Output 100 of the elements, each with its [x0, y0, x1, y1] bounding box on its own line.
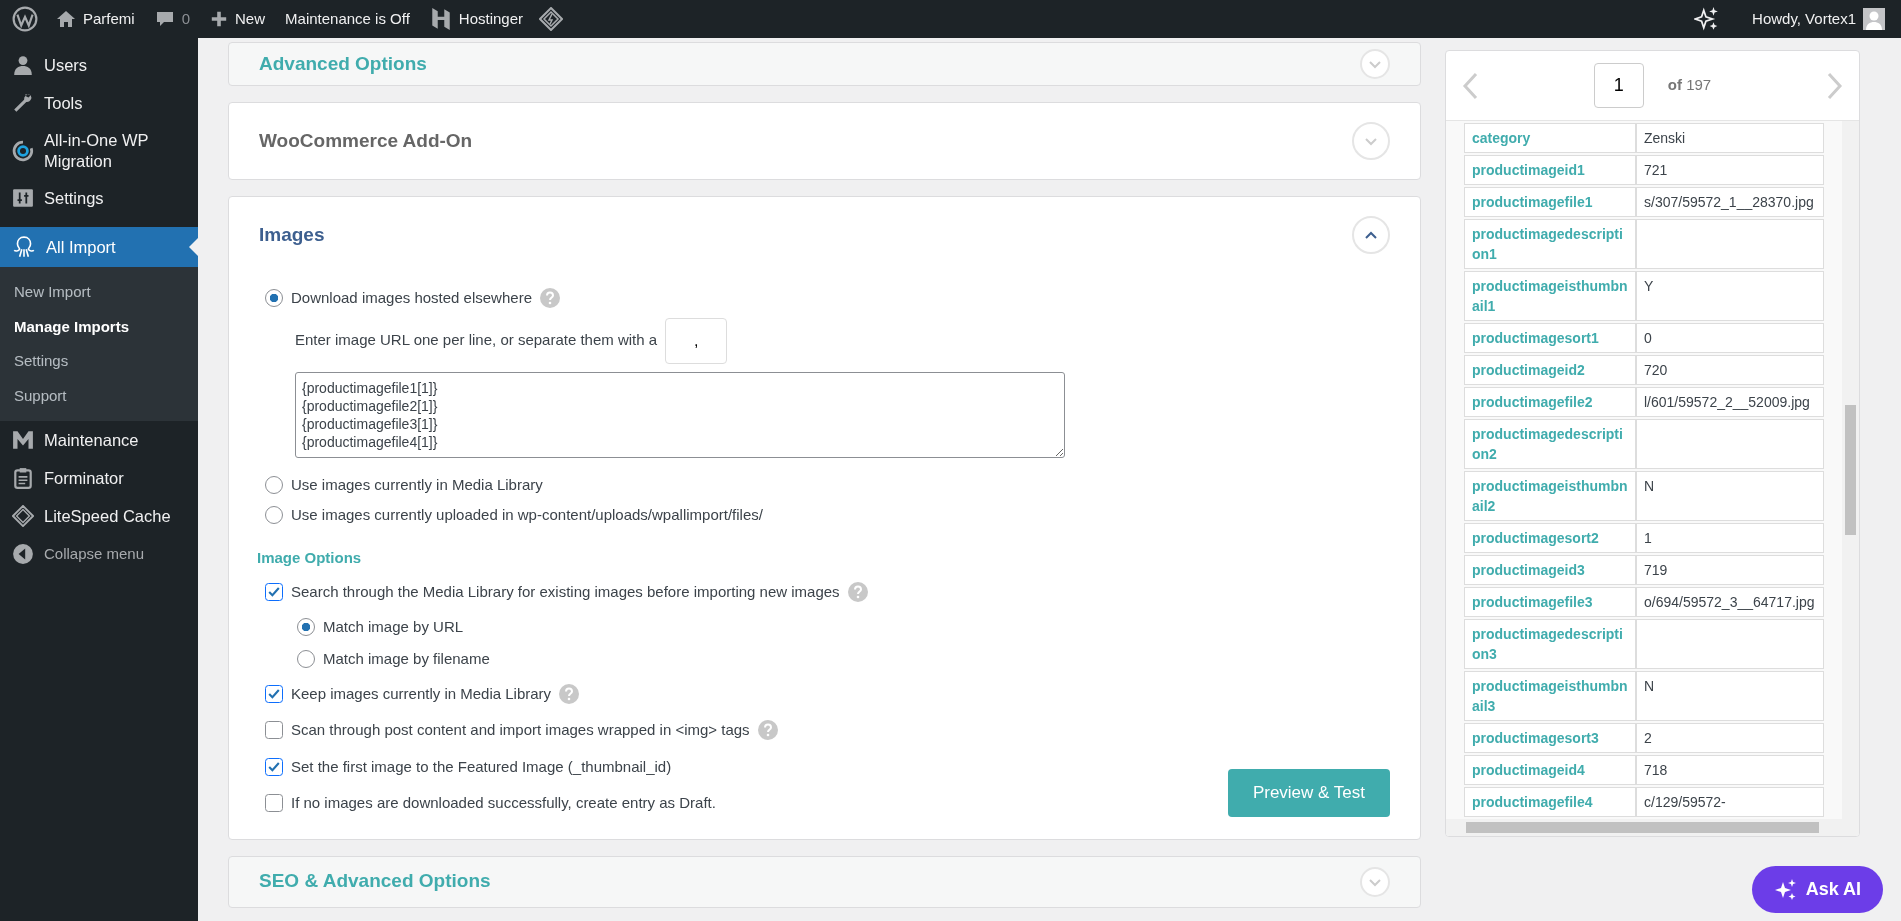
- section-title[interactable]: Images: [259, 220, 325, 250]
- field-label: Enter image URL one per line, or separate them with a: [295, 330, 658, 351]
- option-label: Scan through post content and import images wrapped in <img> tags: [291, 720, 750, 740]
- admin-bar-link[interactable]: Parfemi: [46, 0, 145, 38]
- sidebar-item[interactable]: Maintenance: [0, 421, 198, 460]
- radio-button[interactable]: [265, 289, 283, 308]
- octopus-icon: [12, 235, 36, 260]
- field-value: 720: [1636, 355, 1824, 385]
- submenu-item[interactable]: Manage Imports: [0, 309, 198, 345]
- chevron-right-icon: [1827, 71, 1843, 100]
- separator-field[interactable]: ,: [665, 317, 728, 364]
- toggle-button[interactable]: [1352, 122, 1390, 160]
- refresh-icon: [12, 139, 34, 162]
- admin-bar-link[interactable]: Maintenance is Off: [275, 0, 420, 38]
- horizontal-scrollbar[interactable]: [1446, 819, 1859, 836]
- sidebar-item[interactable]: Users: [0, 46, 198, 84]
- sidebar-item[interactable]: All-in-One WP Migration: [0, 122, 198, 180]
- option-label: Match image by URL: [323, 616, 464, 637]
- field-value: N: [1636, 671, 1824, 721]
- option-label: Set the first image to the Featured Image (_thumbnail_id): [291, 756, 672, 777]
- field-value: c/129/59572-: [1636, 787, 1824, 817]
- field-value: 719: [1636, 555, 1824, 585]
- field-value: 721: [1636, 155, 1824, 185]
- field-name: productimageid1: [1464, 155, 1636, 185]
- field-value: s/307/59572_1__28370.jpg: [1636, 187, 1824, 217]
- page-count: of 197: [1667, 75, 1712, 96]
- toggle-button[interactable]: [1360, 866, 1390, 897]
- sidebar-item[interactable]: Forminator: [0, 459, 198, 498]
- diamond-icon: [12, 505, 34, 528]
- option-label: Use images currently uploaded in wp-content/uploads/wpallimport/files/: [291, 505, 763, 525]
- user-icon: [12, 54, 34, 76]
- field-name: productimagedescription3: [1464, 619, 1636, 669]
- field-name: productimagesort1: [1464, 323, 1636, 353]
- field-name: productimageisthumbnail2: [1464, 471, 1636, 521]
- house-icon: [56, 9, 76, 29]
- ask-ai-button[interactable]: Ask AI: [1751, 866, 1883, 913]
- letter-m-logo-icon: [12, 429, 34, 452]
- field-value: 0: [1636, 323, 1824, 353]
- field-name: productimageid4: [1464, 755, 1636, 785]
- field-name: productimagefile3: [1464, 587, 1636, 617]
- logo-icon: [429, 7, 452, 31]
- url-textarea[interactable]: {productimagefile1[1]} {productimagefile2[1]} {productimagefile3[1]} {productimagefile4[1]}: [295, 371, 1065, 458]
- radio-button[interactable]: [297, 650, 315, 669]
- field-name: productimagesort3: [1464, 723, 1636, 753]
- sidebar-item[interactable]: All Import: [0, 227, 198, 268]
- checkbox[interactable]: [265, 757, 283, 776]
- option-label: Use images currently in Media Library: [291, 474, 543, 495]
- toggle-button[interactable]: [1360, 49, 1390, 79]
- page-number-field[interactable]: 1: [1593, 63, 1644, 108]
- scrollbar[interactable]: [1842, 121, 1859, 819]
- submenu-item[interactable]: Settings: [0, 344, 198, 379]
- field-name: productimagefile2: [1464, 387, 1636, 417]
- admin-bar-link[interactable]: 0: [144, 0, 201, 38]
- sidebar-item[interactable]: Tools: [0, 84, 198, 122]
- chevron-left-icon: [1462, 71, 1478, 100]
- subheading: Image Options: [257, 547, 363, 568]
- checkbox[interactable]: [265, 684, 283, 703]
- sparkles-icon: [1694, 6, 1721, 32]
- toggle-button[interactable]: [1352, 216, 1390, 254]
- diamond-icon: [539, 7, 564, 31]
- field-name: productimagedescription1: [1464, 219, 1636, 269]
- option-label: Keep images currently in Media Library: [291, 683, 552, 704]
- logo-icon: [12, 6, 38, 32]
- field-name: productimageisthumbnail3: [1464, 671, 1636, 721]
- option-label: Match image by filename: [323, 649, 490, 669]
- submenu-item[interactable]: New Import: [0, 275, 198, 310]
- radio-button[interactable]: [265, 475, 283, 494]
- checkbox[interactable]: [265, 721, 283, 740]
- field-name: productimageisthumbnail1: [1464, 271, 1636, 321]
- option-label: Search through the Media Library for existing images before importing new images: [291, 582, 840, 602]
- field-value: 718: [1636, 755, 1824, 785]
- account-link[interactable]: Howdy, Vortex1: [1742, 0, 1901, 38]
- field-value: Zenski: [1636, 123, 1824, 153]
- sliders-icon: [12, 187, 34, 210]
- field-value: Y: [1636, 271, 1824, 321]
- wrench-icon: [12, 92, 34, 114]
- radio-button[interactable]: [297, 617, 315, 636]
- field-name: productimageid2: [1464, 355, 1636, 385]
- sidebar-item[interactable]: LiteSpeed Cache: [0, 497, 198, 536]
- avatar-icon: [1863, 8, 1885, 30]
- admin-bar-link[interactable]: New: [200, 0, 276, 38]
- field-name: productimagedescription2: [1464, 419, 1636, 469]
- field-value: o/694/59572_3__64717.jpg: [1636, 587, 1824, 617]
- section-title[interactable]: WooCommerce Add-On: [259, 126, 473, 156]
- collapse-menu-button[interactable]: Collapse menu: [0, 535, 198, 574]
- speech-bubble-icon: [154, 9, 175, 29]
- option-label: If no images are downloaded successfully, create entry as Draft.: [291, 793, 716, 813]
- submenu-item[interactable]: Support: [0, 378, 198, 414]
- field-name: productimagefile4: [1464, 787, 1636, 817]
- field-name: productimagesort2: [1464, 523, 1636, 553]
- field-value: 2: [1636, 723, 1824, 753]
- checkbox[interactable]: [265, 583, 283, 602]
- radio-button[interactable]: [265, 506, 283, 525]
- sidebar-item[interactable]: Settings: [0, 179, 198, 218]
- field-name: productimageid3: [1464, 555, 1636, 585]
- clipboard-icon: [12, 467, 34, 490]
- option-label: Download images hosted elsewhere: [291, 288, 532, 308]
- checkbox[interactable]: [265, 794, 283, 813]
- admin-bar-link[interactable]: Hostinger: [419, 0, 534, 38]
- field-value: N: [1636, 471, 1824, 521]
